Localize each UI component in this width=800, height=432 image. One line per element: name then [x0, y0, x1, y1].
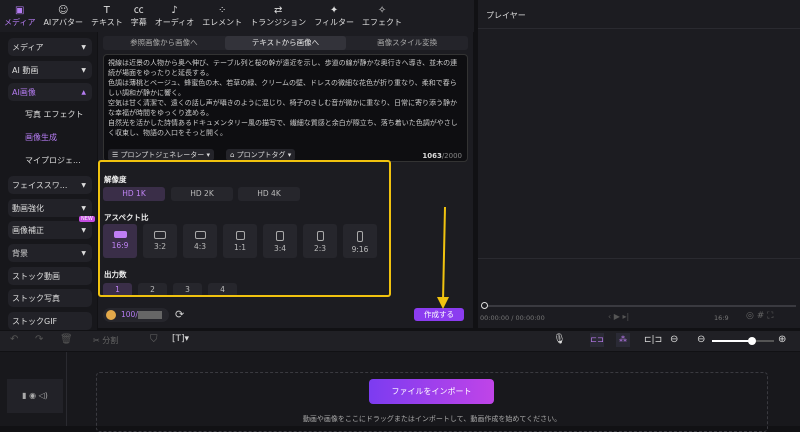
sidebar-item-stock-gif[interactable]: ストックGIF — [8, 312, 92, 330]
highlight-box — [98, 160, 391, 297]
sidebar-item-image-correction[interactable]: 画像補正 ▼ — [8, 221, 92, 239]
chevron-down-icon: ▼ — [81, 43, 86, 51]
time-display: 00:00:00 / 00:00:00 — [480, 314, 545, 322]
chevron-down-icon: ▼ — [81, 204, 86, 212]
sidebar-sub-image-generation[interactable]: 画像生成 — [25, 132, 57, 143]
sidebar-item-media[interactable]: メディア ▼ — [8, 38, 92, 56]
prompt-input[interactable]: 視線は近景の人物から奥へ伸び、テーブル列と桜の幹が遠近を示し、歩道の線が静かな奥… — [103, 54, 468, 162]
delete-icon[interactable]: 🗑 — [60, 334, 73, 345]
chevron-up-icon: ▲ — [81, 88, 86, 96]
split-button[interactable]: ✂ 分割 — [93, 335, 118, 346]
prompt-text[interactable]: 視線は近景の人物から奥へ伸び、テーブル列と桜の幹が遠近を示し、歩道の線が静かな奥… — [108, 58, 463, 138]
ai-credit-icon — [106, 310, 116, 320]
toolbar-element[interactable]: ⁘ エレメント — [202, 5, 242, 28]
snap-icon[interactable]: ⁂ — [616, 333, 630, 347]
sidebar-sub-my-projects[interactable]: マイプロジェ... — [25, 155, 81, 166]
chevron-down-icon: ▼ — [81, 181, 86, 189]
tab-text-to-image[interactable]: テキストから画像へ — [224, 36, 347, 50]
undo-icon[interactable]: ↶ — [10, 334, 18, 345]
sidebar-item-stock-video[interactable]: ストック動画 — [8, 267, 92, 285]
aspect-ratio-select[interactable]: 16:9 — [714, 314, 729, 322]
redo-icon[interactable]: ↷ — [35, 334, 43, 345]
caption-icon: ㏄ — [133, 4, 144, 16]
microphone-icon[interactable]: 🎙 — [553, 334, 566, 345]
char-count: 1063/2000 — [422, 152, 462, 160]
zoom-slider-handle[interactable] — [748, 337, 756, 345]
sidebar-item-video-enhance[interactable]: 動画強化 ▼ — [8, 199, 92, 217]
import-hint: 動画や画像をここにドラッグまたはインポートして、動画作成を始めてください。 — [302, 415, 562, 423]
text-tool-icon[interactable]: [T]▾ — [172, 334, 189, 344]
sidebar-item-ai-video[interactable]: AI 動画 ▼ — [8, 61, 92, 79]
fit-icon[interactable]: ⊖ — [670, 334, 678, 345]
playhead-handle[interactable] — [481, 302, 488, 309]
media-icon: ▣ — [15, 4, 25, 16]
mode-tabs: 参照画像から画像へ テキストから画像へ 画像スタイル変換 — [103, 36, 468, 50]
toolbar-media[interactable]: ▣ メディア — [4, 5, 35, 28]
sidebar-item-stock-photo[interactable]: ストック写真 — [8, 289, 92, 307]
track-controls[interactable]: ▮ ◉ ◁) — [7, 379, 63, 413]
audio-icon: ♪ — [171, 4, 178, 16]
element-icon: ⁘ — [217, 4, 227, 16]
toolbar-transition[interactable]: ⇄ トランジション — [250, 5, 306, 28]
toolbar-ai-avatar[interactable]: ☺ AIアバター — [43, 5, 83, 28]
text-icon: T — [103, 4, 110, 16]
sidebar-item-face-swap[interactable]: フェイススワ... ▼ — [8, 176, 92, 194]
playback-controls[interactable]: ‹ ▶ ▸| — [608, 312, 629, 321]
sidebar-item-background[interactable]: 背景 ▼ — [8, 244, 92, 262]
split-view-icon[interactable]: ⊏|⊐ — [644, 335, 662, 345]
sidebar: メディア ▼ AI 動画 ▼ AI画像 ▲ 写真 エフェクト 画像生成 マイプロジェ.… — [0, 32, 97, 330]
toolbar-caption[interactable]: ㏄字幕 — [131, 5, 147, 28]
tab-style-transfer[interactable]: 画像スタイル変換 — [346, 36, 468, 50]
chevron-down-icon: ▼ — [81, 226, 86, 234]
marker-icon[interactable]: ⛉ — [150, 334, 158, 345]
toolbar-effect[interactable]: ✧ エフェクト — [362, 5, 402, 28]
import-file-button[interactable]: ファイルをインポート — [369, 379, 494, 404]
sidebar-sub-photo-effect[interactable]: 写真 エフェクト — [25, 109, 84, 120]
player-title: プレイヤー — [486, 11, 526, 20]
chevron-down-icon: ▼ — [81, 249, 86, 257]
avatar-icon: ☺ — [57, 4, 69, 16]
transition-icon: ⇄ — [273, 4, 283, 16]
toolbar-text[interactable]: T テキスト — [91, 5, 123, 28]
effect-icon: ✧ — [377, 4, 387, 16]
zoom-out-icon[interactable]: ⊖ — [697, 334, 705, 345]
zoom-slider[interactable] — [712, 340, 774, 342]
refresh-icon[interactable]: ⟳ — [175, 308, 184, 321]
link-icon[interactable]: ⊏⊐ — [590, 333, 604, 347]
zoom-in-icon[interactable]: ⊕ — [778, 334, 786, 345]
player-panel: プレイヤー 00:00:00 / 00:00:00 ‹ ▶ ▸| 16:9 ◎ … — [478, 0, 800, 328]
top-toolbar: ▣ メディア ☺ AIアバター T テキスト ㏄字幕 ♪ オーディオ ⁘ エレメント ⇄ ト… — [0, 0, 474, 32]
chevron-down-icon: ▼ — [81, 66, 86, 74]
arrow-annotation-icon — [437, 206, 449, 309]
filter-icon: ✦ — [329, 4, 339, 16]
toolbar-audio[interactable]: ♪ オーディオ — [155, 5, 194, 28]
playback-slider[interactable] — [484, 305, 796, 307]
tab-reference-image[interactable]: 参照画像から画像へ — [103, 36, 225, 50]
timeline-toolbar: ↶ ↷ 🗑 ✂ 分割 ⛉ [T]▾ 🎙 ⊏⊐ ⁂ ⊏|⊐ ⊖ ⊖ ⊕ — [0, 331, 800, 351]
toolbar-filter[interactable]: ✦ フィルター — [314, 5, 354, 28]
sidebar-item-ai-image[interactable]: AI画像 ▲ — [8, 83, 92, 101]
new-badge: NEW — [79, 216, 95, 222]
snapshot-icon[interactable]: ◎ # ⛶ — [746, 311, 773, 321]
